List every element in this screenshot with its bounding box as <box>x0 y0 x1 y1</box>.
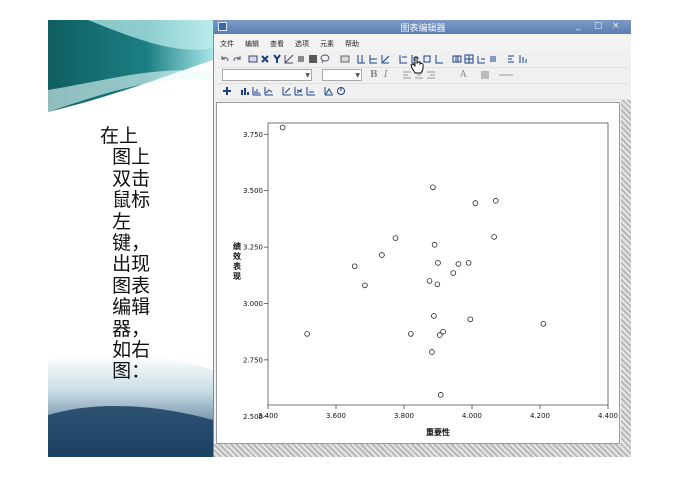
text-box-icon[interactable] <box>434 54 444 64</box>
y-axis-title-char: 效 <box>233 251 241 261</box>
scatter-plot: 2.5002.7503.0003.2503.5003.750 3.400 3.60… <box>232 122 618 437</box>
hand-cursor-icon <box>410 56 424 74</box>
slide-panel: 在上 图上 双击 鼠标 左 键， 出现 图表 编辑 器， 如右 图： <box>48 20 213 457</box>
area-chart-icon[interactable] <box>294 86 304 96</box>
window-right-edge <box>621 100 631 445</box>
histogram-icon[interactable] <box>252 86 262 96</box>
plot-area <box>267 122 609 406</box>
title-bar[interactable]: 图表编辑器 _ □ × <box>214 20 631 34</box>
x-tick-label: 4.400 <box>598 412 618 420</box>
legend-icon[interactable] <box>476 54 486 64</box>
menu-file[interactable]: 文件 <box>220 39 234 49</box>
y-tick-label: 3.250 <box>243 244 263 252</box>
x-tick-label: 3.400 <box>258 412 278 420</box>
data-label-icon[interactable] <box>340 54 350 64</box>
menu-help[interactable]: 帮助 <box>345 39 359 49</box>
undo-icon[interactable] <box>220 54 230 64</box>
x-axis-title: 重要性 <box>426 427 450 437</box>
fit-line-subgroup-icon[interactable] <box>398 54 408 64</box>
y-tick-label: 3.750 <box>243 131 263 139</box>
scatter-chart-icon[interactable] <box>282 86 292 96</box>
chart-editor-window: 图表编辑器 _ □ × 文件 编辑 查看 选项 元素 帮助 ▼ ▼ B I A … <box>213 20 631 457</box>
menu-edit[interactable]: 编辑 <box>245 39 259 49</box>
y-axis-title: 绩效表现 <box>232 241 242 281</box>
chart-select-icon[interactable] <box>222 86 232 96</box>
menu-elements[interactable]: 元素 <box>320 39 334 49</box>
y-tick-label: 3.500 <box>243 187 263 195</box>
x-tick-label: 3.800 <box>394 412 414 420</box>
x-tick-label: 3.600 <box>326 412 346 420</box>
window-bottom-edge <box>214 444 631 457</box>
y-tick-label: 3.000 <box>243 300 263 308</box>
grid-icon[interactable] <box>464 54 474 64</box>
italic-button[interactable]: I <box>384 70 388 80</box>
pie-chart-icon[interactable] <box>336 86 346 96</box>
scale-icon[interactable] <box>284 54 294 64</box>
font-size-select[interactable]: ▼ <box>322 69 362 81</box>
toolbar-chart-type <box>218 84 628 100</box>
fit-line-total-icon[interactable] <box>380 54 390 64</box>
text-color-button[interactable]: A <box>460 70 467 80</box>
footnote-icon[interactable] <box>506 54 516 64</box>
bold-button[interactable]: B <box>370 70 378 80</box>
y-axis-title-char: 绩 <box>233 241 241 251</box>
redo-icon[interactable] <box>232 54 242 64</box>
x-tick-label: 4.200 <box>530 412 550 420</box>
x-axis-ticks: 3.400 3.600 3.800 4.000 4.200 4.400 <box>258 405 618 420</box>
x-axis-icon[interactable] <box>260 54 270 64</box>
close-button[interactable]: × <box>612 21 620 31</box>
y-tick-label: 2.750 <box>243 356 263 364</box>
window-title: 图表编辑器 <box>400 24 446 34</box>
bar-chart-icon[interactable] <box>240 86 250 96</box>
fill-icon[interactable] <box>296 54 306 64</box>
title-icon[interactable] <box>488 54 498 64</box>
reference-line-y-icon[interactable] <box>368 54 378 64</box>
font-family-select[interactable]: ▼ <box>222 69 312 81</box>
menu-options[interactable]: 选项 <box>295 39 309 49</box>
line-chart-icon[interactable] <box>264 86 274 96</box>
slide-instruction-text: 在上 图上 双击 鼠标 左 键， 出现 图表 编辑 器， 如右 图： <box>100 125 151 383</box>
transpose-icon[interactable] <box>518 54 528 64</box>
menu-view[interactable]: 查看 <box>270 39 284 49</box>
color-icon[interactable] <box>308 54 318 64</box>
mountain-chart-icon[interactable] <box>324 86 334 96</box>
y-axis-ticks: 2.5002.7503.0003.2503.5003.750 <box>243 131 268 421</box>
y-axis-title-char: 现 <box>233 272 241 281</box>
reference-line-x-icon[interactable] <box>356 54 366 64</box>
align-right-icon[interactable] <box>426 70 436 80</box>
dot-chart-icon[interactable] <box>306 86 316 96</box>
line-style-icon[interactable] <box>498 70 513 80</box>
lasso-icon[interactable] <box>320 54 330 64</box>
x-tick-label: 4.000 <box>462 412 482 420</box>
y-axis-title-char: 表 <box>232 261 242 271</box>
chart-canvas[interactable]: 2.500 2.750 3.000 3.250 3.500 3.750 3.400 3.60… <box>216 102 620 444</box>
maximize-button[interactable]: □ <box>594 21 603 31</box>
table-icon[interactable] <box>452 54 462 64</box>
minimize-button[interactable]: _ <box>576 21 581 31</box>
y-axis-icon[interactable] <box>272 54 282 64</box>
properties-icon[interactable] <box>248 54 258 64</box>
fill-color-icon[interactable] <box>480 70 490 80</box>
menu-bar: 文件 编辑 查看 选项 元素 帮助 <box>214 35 631 50</box>
